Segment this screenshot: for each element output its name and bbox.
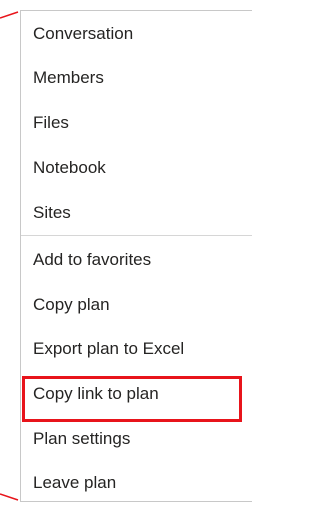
menu-item-export-plan-to-excel[interactable]: Export plan to Excel [33, 333, 184, 365]
menu-item-plan-settings[interactable]: Plan settings [33, 423, 130, 455]
menu-item-members[interactable]: Members [33, 62, 104, 94]
plan-context-menu: Conversation Members Files Notebook Site… [20, 10, 252, 502]
menu-item-add-to-favorites[interactable]: Add to favorites [33, 244, 151, 276]
callout-line-top [0, 11, 19, 19]
menu-item-leave-plan[interactable]: Leave plan [33, 467, 116, 499]
screenshot-stage: Conversation Members Files Notebook Site… [0, 0, 257, 505]
menu-item-conversation[interactable]: Conversation [33, 18, 133, 50]
menu-item-notebook[interactable]: Notebook [33, 152, 106, 184]
menu-item-files[interactable]: Files [33, 107, 69, 139]
menu-item-copy-link-to-plan[interactable]: Copy link to plan [33, 378, 159, 410]
callout-line-bottom [0, 493, 19, 501]
menu-item-copy-plan[interactable]: Copy plan [33, 289, 110, 321]
menu-item-sites[interactable]: Sites [33, 197, 71, 229]
menu-divider [21, 235, 252, 236]
